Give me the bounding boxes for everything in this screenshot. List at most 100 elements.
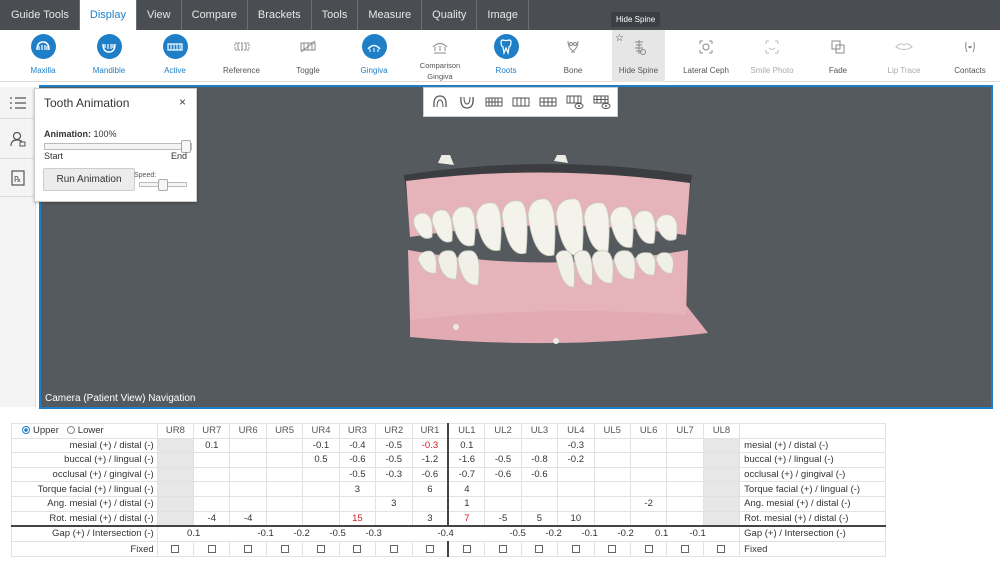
menu-image[interactable]: Image	[477, 0, 529, 30]
movement-cell[interactable]: -0.4	[338, 437, 377, 454]
roots-button[interactable]: Roots	[481, 30, 531, 82]
menu-compare[interactable]: Compare	[182, 0, 248, 30]
movement-cell[interactable]	[629, 510, 668, 527]
movement-cell[interactable]	[265, 437, 304, 454]
movement-cell[interactable]	[156, 466, 195, 483]
movement-cell[interactable]: -0.5	[375, 437, 413, 454]
maxilla-button[interactable]: Maxilla	[18, 30, 68, 82]
movement-cell[interactable]: 1	[447, 495, 486, 512]
movement-cell[interactable]	[593, 452, 631, 468]
tooth-header-ul4[interactable]: UL4	[557, 423, 595, 439]
checkbox[interactable]	[425, 545, 434, 554]
movement-cell[interactable]	[156, 510, 195, 527]
view-left-button[interactable]	[536, 89, 561, 115]
fixed-checkbox-ul2[interactable]	[484, 541, 522, 557]
fade-button[interactable]: Fade	[813, 30, 863, 82]
checkbox[interactable]	[535, 545, 544, 554]
toggle-button[interactable]: Toggle	[283, 30, 333, 82]
tooth-header-ul5[interactable]: UL5	[593, 423, 631, 439]
tooth-header-ur1[interactable]: UR1	[411, 423, 449, 439]
close-icon[interactable]: ×	[179, 95, 186, 109]
fixed-checkbox-ur2[interactable]	[375, 541, 413, 557]
fixed-checkbox-ul5[interactable]	[593, 541, 631, 557]
movement-cell[interactable]: -0.1	[302, 437, 340, 454]
movement-cell[interactable]	[666, 510, 704, 527]
movement-cell[interactable]	[520, 495, 559, 512]
menu-quality[interactable]: Quality	[422, 0, 478, 30]
checkbox[interactable]	[207, 545, 216, 554]
menu-tools[interactable]: Tools	[312, 0, 359, 30]
movement-cell[interactable]	[193, 481, 231, 497]
movement-cell[interactable]: -0.3	[557, 437, 595, 454]
movement-cell[interactable]	[265, 452, 304, 468]
movement-cell[interactable]	[302, 510, 340, 527]
tooth-header-ul2[interactable]: UL2	[484, 423, 522, 439]
checkbox[interactable]	[280, 545, 289, 554]
movement-cell[interactable]	[702, 452, 741, 468]
movement-cell[interactable]	[229, 495, 267, 512]
tooth-header-ur4[interactable]: UR4	[302, 423, 340, 439]
mandible-button[interactable]: Mandible	[84, 30, 134, 82]
movement-cell[interactable]: 0.5	[302, 452, 340, 468]
movement-cell[interactable]: -0.6	[411, 466, 449, 483]
comparison-gingiva-button[interactable]: Comparison Gingiva	[410, 30, 470, 82]
movement-cell[interactable]: -4	[193, 510, 231, 527]
hide-spine-button[interactable]: ☆ Hide Spine	[612, 30, 665, 82]
gap-cell[interactable]: 0.1	[176, 528, 212, 539]
gap-cell[interactable]: 0.1	[644, 528, 680, 539]
movement-cell[interactable]: 15	[338, 510, 377, 527]
gingiva-button[interactable]: Gingiva	[349, 30, 399, 82]
movement-cell[interactable]	[302, 495, 340, 512]
movement-cell[interactable]	[666, 481, 704, 497]
gap-cell[interactable]: -0.1	[680, 528, 716, 539]
movement-cell[interactable]	[193, 452, 231, 468]
gap-cell[interactable]: -0.5	[500, 528, 536, 539]
fixed-checkbox-ul7[interactable]	[666, 541, 704, 557]
movement-cell[interactable]	[338, 495, 377, 512]
checkbox[interactable]	[681, 545, 690, 554]
movement-cell[interactable]	[193, 495, 231, 512]
movement-cell[interactable]: -0.7	[447, 466, 486, 483]
checkbox[interactable]	[717, 545, 726, 554]
movement-cell[interactable]	[557, 481, 595, 497]
view-lower-arch-button[interactable]	[454, 89, 479, 115]
movement-cell[interactable]: -4	[229, 510, 267, 527]
movement-cell[interactable]	[557, 495, 595, 512]
fixed-checkbox-ul3[interactable]	[520, 541, 559, 557]
active-button[interactable]: Active	[150, 30, 200, 82]
checkbox[interactable]	[462, 545, 471, 554]
checkbox[interactable]	[608, 545, 617, 554]
movement-cell[interactable]	[375, 510, 413, 527]
fixed-checkbox-ur7[interactable]	[193, 541, 231, 557]
movement-cell[interactable]	[666, 495, 704, 512]
fixed-checkbox-ul1[interactable]	[447, 541, 486, 557]
tooth-header-ul7[interactable]: UL7	[666, 423, 704, 439]
movement-cell[interactable]	[702, 510, 741, 527]
gap-cell[interactable]: -0.1	[248, 528, 284, 539]
movement-cell[interactable]: 3	[411, 510, 449, 527]
movement-cell[interactable]	[229, 452, 267, 468]
movement-cell[interactable]: 3	[375, 495, 413, 512]
tooth-header-ul1[interactable]: UL1	[447, 423, 486, 439]
movement-cell[interactable]	[593, 510, 631, 527]
movement-cell[interactable]: 3	[338, 481, 377, 497]
movement-cell[interactable]	[629, 452, 668, 468]
view-right-button[interactable]	[508, 89, 533, 115]
movement-cell[interactable]: -0.2	[557, 452, 595, 468]
movement-cell[interactable]: -0.6	[338, 452, 377, 468]
movement-cell[interactable]	[156, 495, 195, 512]
gap-cell[interactable]: -0.4	[428, 528, 464, 539]
patient-panel-button[interactable]	[0, 119, 35, 159]
movement-cell[interactable]: -2	[629, 495, 668, 512]
movement-cell[interactable]	[302, 481, 340, 497]
contacts-button[interactable]: Contacts	[945, 30, 995, 82]
gap-cell[interactable]: -0.2	[536, 528, 572, 539]
movement-cell[interactable]	[520, 481, 559, 497]
view-eye-lower-button[interactable]	[590, 89, 615, 115]
reference-button[interactable]: Reference	[214, 30, 269, 82]
movement-cell[interactable]	[520, 437, 559, 454]
gap-cell[interactable]: -0.5	[320, 528, 356, 539]
movement-cell[interactable]	[229, 466, 267, 483]
movement-cell[interactable]	[629, 481, 668, 497]
fixed-checkbox-ur6[interactable]	[229, 541, 267, 557]
